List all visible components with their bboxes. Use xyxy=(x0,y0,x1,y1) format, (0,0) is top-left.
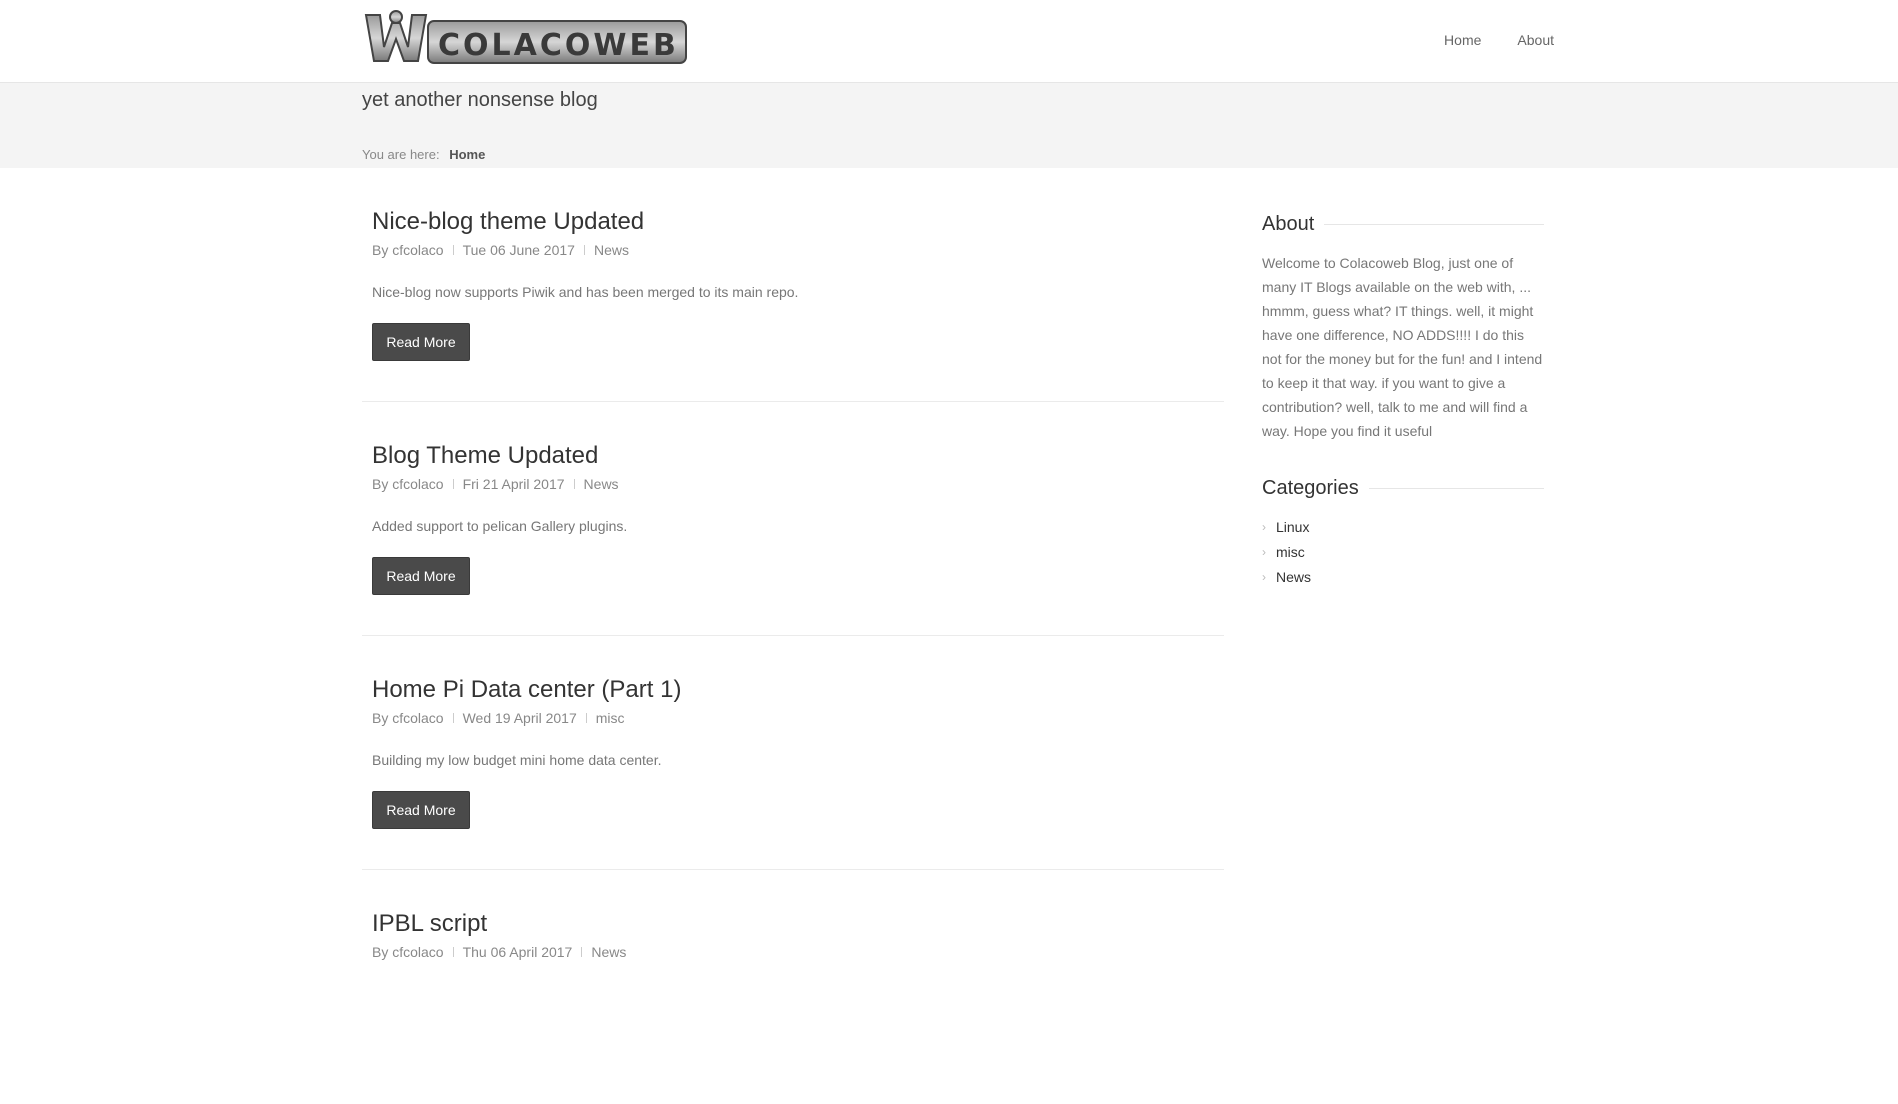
tagline-band: yet another nonsense blog You are here: … xyxy=(0,83,1898,168)
post-item: Home Pi Data center (Part 1) By cfcolaco… xyxy=(362,636,1224,870)
about-text: Welcome to Colacoweb Blog, just one of m… xyxy=(1262,255,1543,439)
meta-separator-icon xyxy=(452,479,454,489)
meta-separator-icon xyxy=(452,713,454,723)
post-title[interactable]: Blog Theme Updated xyxy=(372,442,598,470)
main-nav: Home About xyxy=(1408,0,1554,80)
meta-separator-icon xyxy=(573,479,575,489)
post-category[interactable]: News xyxy=(584,476,619,492)
categories-title: Categories xyxy=(1262,477,1544,500)
post-summary: Nice-blog now supports Piwik and has bee… xyxy=(372,284,799,300)
about-title-text: About xyxy=(1262,213,1315,235)
post-date: Fri 21 April 2017 xyxy=(462,476,565,492)
post-date: Wed 19 April 2017 xyxy=(462,710,577,726)
title-divider xyxy=(1324,224,1544,225)
about-widget: About Welcome to Colacoweb Blog, just on… xyxy=(1262,213,1544,443)
post-summary: Building my low budget mini home data ce… xyxy=(372,752,662,768)
breadcrumb-prefix: You are here: xyxy=(362,147,440,162)
title-divider xyxy=(1368,488,1544,489)
nav-home[interactable]: Home xyxy=(1444,32,1481,48)
category-item: › misc xyxy=(1262,539,1544,564)
chevron-right-icon: › xyxy=(1262,519,1266,534)
categories-title-text: Categories xyxy=(1262,477,1359,499)
chevron-right-icon: › xyxy=(1262,569,1266,584)
site-tagline: yet another nonsense blog xyxy=(362,89,598,111)
post-item: IPBL script By cfcolaco Thu 06 April 201… xyxy=(362,870,1224,1104)
read-more-button[interactable]: Read More xyxy=(372,791,470,829)
post-title[interactable]: Home Pi Data center (Part 1) xyxy=(372,676,681,704)
breadcrumb: You are here: Home xyxy=(362,147,485,162)
post-item: Blog Theme Updated By cfcolaco Fri 21 Ap… xyxy=(362,402,1224,636)
post-item: Nice-blog theme Updated By cfcolaco Tue … xyxy=(362,168,1224,402)
post-category[interactable]: News xyxy=(591,944,626,960)
post-author[interactable]: By cfcolaco xyxy=(372,710,444,726)
post-meta: By cfcolaco Tue 06 June 2017 News xyxy=(372,242,629,258)
chevron-right-icon: › xyxy=(1262,544,1266,559)
post-meta: By cfcolaco Fri 21 April 2017 News xyxy=(372,476,619,492)
category-item: › News xyxy=(1262,564,1544,589)
post-author[interactable]: By cfcolaco xyxy=(372,944,444,960)
breadcrumb-current: Home xyxy=(449,147,486,162)
categories-widget: Categories › Linux › misc › News xyxy=(1262,477,1544,589)
site-logo[interactable]: COLACOWEB xyxy=(362,7,688,67)
post-summary: Added support to pelican Gallery plugins… xyxy=(372,518,628,534)
post-meta: By cfcolaco Wed 19 April 2017 misc xyxy=(372,710,625,726)
post-date: Thu 06 April 2017 xyxy=(462,944,573,960)
category-list: › Linux › misc › News xyxy=(1262,514,1544,589)
post-author[interactable]: By cfcolaco xyxy=(372,476,444,492)
about-title: About xyxy=(1262,213,1544,236)
post-author[interactable]: By cfcolaco xyxy=(372,242,444,258)
post-meta: By cfcolaco Thu 06 April 2017 News xyxy=(372,944,626,960)
site-header: COLACOWEB Home About xyxy=(0,0,1898,83)
meta-separator-icon xyxy=(585,713,587,723)
category-link-misc[interactable]: misc xyxy=(1276,544,1305,560)
meta-separator-icon xyxy=(583,245,585,255)
post-title[interactable]: Nice-blog theme Updated xyxy=(372,208,644,236)
logo-wordmark: COLACOWEB xyxy=(438,28,679,63)
meta-separator-icon xyxy=(452,245,454,255)
meta-separator-icon xyxy=(581,947,583,957)
post-title[interactable]: IPBL script xyxy=(372,910,487,938)
nav-about[interactable]: About xyxy=(1517,32,1554,48)
post-date: Tue 06 June 2017 xyxy=(462,242,575,258)
post-list: Nice-blog theme Updated By cfcolaco Tue … xyxy=(362,168,1224,1104)
category-link-news[interactable]: News xyxy=(1276,569,1311,585)
category-link-linux[interactable]: Linux xyxy=(1276,519,1309,535)
post-category[interactable]: News xyxy=(594,242,629,258)
read-more-button[interactable]: Read More xyxy=(372,557,470,595)
meta-separator-icon xyxy=(452,947,454,957)
read-more-button[interactable]: Read More xyxy=(372,323,470,361)
post-category[interactable]: misc xyxy=(596,710,625,726)
category-item: › Linux xyxy=(1262,514,1544,539)
